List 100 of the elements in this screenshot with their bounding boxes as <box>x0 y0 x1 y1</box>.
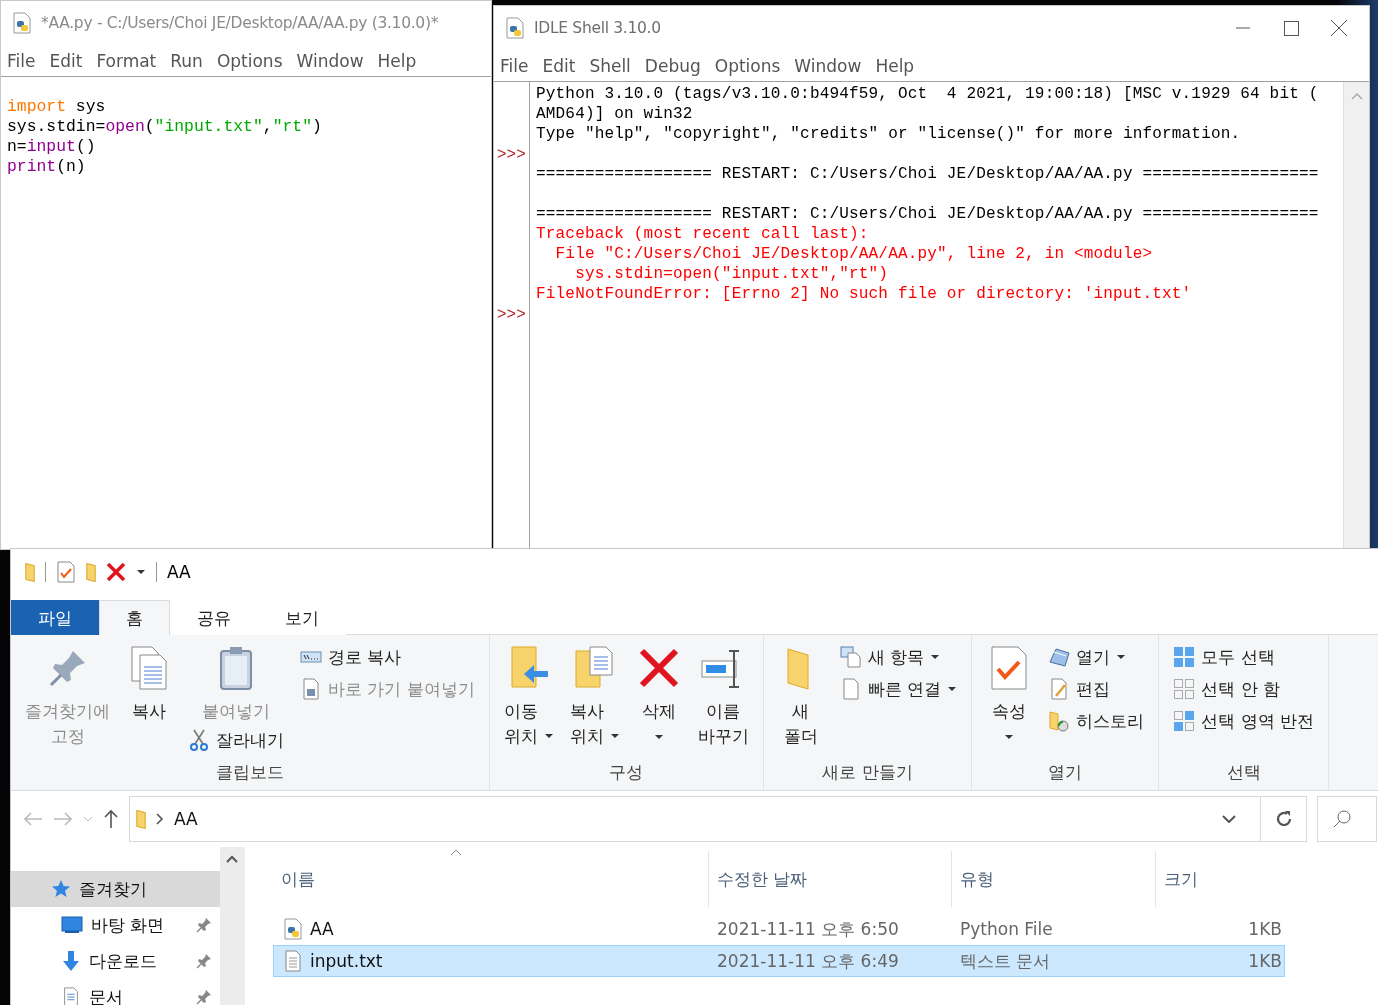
column-header[interactable]: 이름 <box>273 851 708 907</box>
ribbon-button[interactable]: 새 폴더 <box>773 641 828 749</box>
column-header[interactable]: 유형 <box>951 851 1155 907</box>
folder-icon <box>25 562 35 582</box>
grid-icon <box>1173 646 1196 668</box>
file-row[interactable]: input.txt 2021-11-11 오후 6:49 텍스트 문서 1KB <box>273 945 1285 977</box>
back-arrow-icon <box>23 811 43 827</box>
error-line: File "C:/Users/Choi JE/Desktop/AA/AA.py", line 2, in <module> <box>554 245 1153 263</box>
table-cell-text: 텍스트 문서 <box>959 949 1052 973</box>
scissors-icon <box>188 729 210 751</box>
maximize-icon <box>1283 20 1299 36</box>
ribbon-tab[interactable]: 홈 <box>99 600 170 635</box>
file-row[interactable]: AA 2021-11-11 오후 6:50 Python File 1KB <box>273 913 1285 945</box>
checkmark-page-icon <box>56 561 76 583</box>
text-file-icon <box>282 950 304 972</box>
file-name: AA <box>310 919 334 939</box>
error-line: FileNotFoundError: [Errno 2] No such file or directory: 'input.txt' <box>536 285 1192 303</box>
scrollbar[interactable] <box>220 847 244 1005</box>
console-line: Type "help", "copyright", "credits" or "license()" for more information. <box>536 125 1241 143</box>
forward-arrow-icon <box>53 811 73 827</box>
menu-item[interactable]: Help <box>875 55 915 76</box>
refresh-icon <box>1274 810 1293 828</box>
column-header[interactable]: 크기 <box>1155 851 1288 907</box>
menu-item[interactable]: Debug <box>644 55 701 76</box>
sort-indicator-icon <box>450 849 462 856</box>
menu-item[interactable]: Help <box>377 50 417 71</box>
monitor-icon <box>61 916 83 934</box>
ribbon-button[interactable]: 선택 안 함 <box>1169 673 1319 705</box>
python-file-icon <box>504 17 526 39</box>
menu-item[interactable]: Edit <box>49 50 83 71</box>
ribbon-button[interactable]: 잘라내기 <box>184 724 288 756</box>
menu-item[interactable]: Options <box>216 50 283 71</box>
menu-item[interactable]: Window <box>794 55 862 76</box>
ribbon-button[interactable]: 편집 <box>1044 673 1149 705</box>
prompt-marker: >>> <box>496 146 526 164</box>
scrollbar[interactable] <box>1343 82 1369 549</box>
ribbon-button[interactable]: 복사 <box>122 641 176 724</box>
ribbon-button[interactable]: 열기 <box>1044 641 1149 673</box>
nav-item[interactable]: 즐겨찾기 <box>11 871 220 907</box>
group-label: 선택 <box>1226 761 1261 784</box>
address-bar[interactable]: AA <box>129 796 1307 842</box>
group-label: 새로 만들기 <box>822 761 913 784</box>
ribbon-button[interactable]: 모두 선택 <box>1169 641 1319 673</box>
folder-icon <box>86 562 96 582</box>
chevron-up-icon <box>226 855 238 863</box>
error-line: Traceback (most recent call last): <box>536 225 869 243</box>
nav-item[interactable]: 바탕 화면 <box>11 907 220 943</box>
window-title: IDLE Shell 3.10.0 <box>534 19 661 37</box>
group-label: 클립보드 <box>215 761 284 784</box>
menu-item[interactable]: Shell <box>589 55 631 76</box>
menu-item[interactable]: Window <box>296 50 364 71</box>
folder-clock-icon <box>1048 710 1071 732</box>
menu-item[interactable]: Run <box>170 50 203 71</box>
file-menu-tab[interactable]: 파일 <box>11 600 99 635</box>
chevron-down-icon <box>83 816 93 822</box>
cross-icon <box>106 562 126 582</box>
table-cell-text: 1KB <box>1247 951 1282 971</box>
ribbon-button[interactable]: 경로 복사 <box>296 641 479 673</box>
breadcrumb-link[interactable]: AA <box>174 809 198 829</box>
ribbon-button[interactable]: 이름 바꾸기 <box>693 641 753 749</box>
table-cell-text: Python File <box>959 919 1054 939</box>
menu-item[interactable]: Options <box>714 55 781 76</box>
python-file-icon <box>282 918 304 940</box>
error-line: sys.stdin=open("input.txt","rt") <box>574 265 889 283</box>
search-icon <box>1332 809 1352 829</box>
up-arrow-icon <box>103 809 119 829</box>
ribbon-button[interactable]: 빠른 연결 <box>835 673 962 705</box>
console-line: ================== RESTART: C:/Users/Choi JE/Desktop/AA/AA.py ================== <box>536 165 1319 183</box>
nav-item[interactable]: 문서 <box>11 979 220 1005</box>
caret-icon <box>136 569 146 575</box>
menu-item[interactable]: File <box>500 55 529 76</box>
file-name: input.txt <box>310 951 383 971</box>
ribbon-button[interactable]: 선택 영역 반전 <box>1169 705 1319 737</box>
menu-item[interactable]: Format <box>96 50 157 71</box>
ribbon-button[interactable]: 이동 위치 <box>499 641 558 749</box>
code-line: n=input() <box>7 137 97 157</box>
search-field[interactable] <box>1317 796 1377 842</box>
ribbon-button[interactable]: 히스토리 <box>1044 705 1149 737</box>
new-item-icon <box>839 646 862 668</box>
prompt-marker: >>> <box>496 306 526 324</box>
partial-grid-icon <box>1173 710 1196 732</box>
console-line: Python 3.10.0 (tags/v3.10.0:b494f59, Oct 4 2021, 19:00:18) [MSC v.1929 64 bit ( <box>536 85 1319 103</box>
down-arrow-icon <box>61 950 81 972</box>
ribbon-button[interactable]: 속성 <box>982 641 1037 740</box>
empty-grid-icon <box>1173 678 1196 700</box>
ribbon-button[interactable]: 삭제 <box>631 641 686 740</box>
menu-item[interactable]: File <box>7 50 36 71</box>
chevron-right-icon <box>156 813 164 825</box>
shortcut-page-icon <box>300 678 322 700</box>
ribbon-button[interactable]: 새 항목 <box>835 641 962 673</box>
minimize-icon <box>1236 27 1250 29</box>
menu-item[interactable]: Edit <box>542 55 576 76</box>
close-icon <box>1331 20 1347 36</box>
ribbon-button[interactable]: 복사 위치 <box>565 641 624 749</box>
console-line: AMD64)] on win32 <box>536 105 693 123</box>
notepad-icon <box>1048 646 1071 668</box>
group-label: 열기 <box>1048 761 1083 784</box>
column-header[interactable]: 수정한 날짜 <box>708 851 951 907</box>
nav-item[interactable]: 다운로드 <box>11 943 220 979</box>
table-cell-text: 2021-11-11 오후 6:50 <box>716 917 900 941</box>
